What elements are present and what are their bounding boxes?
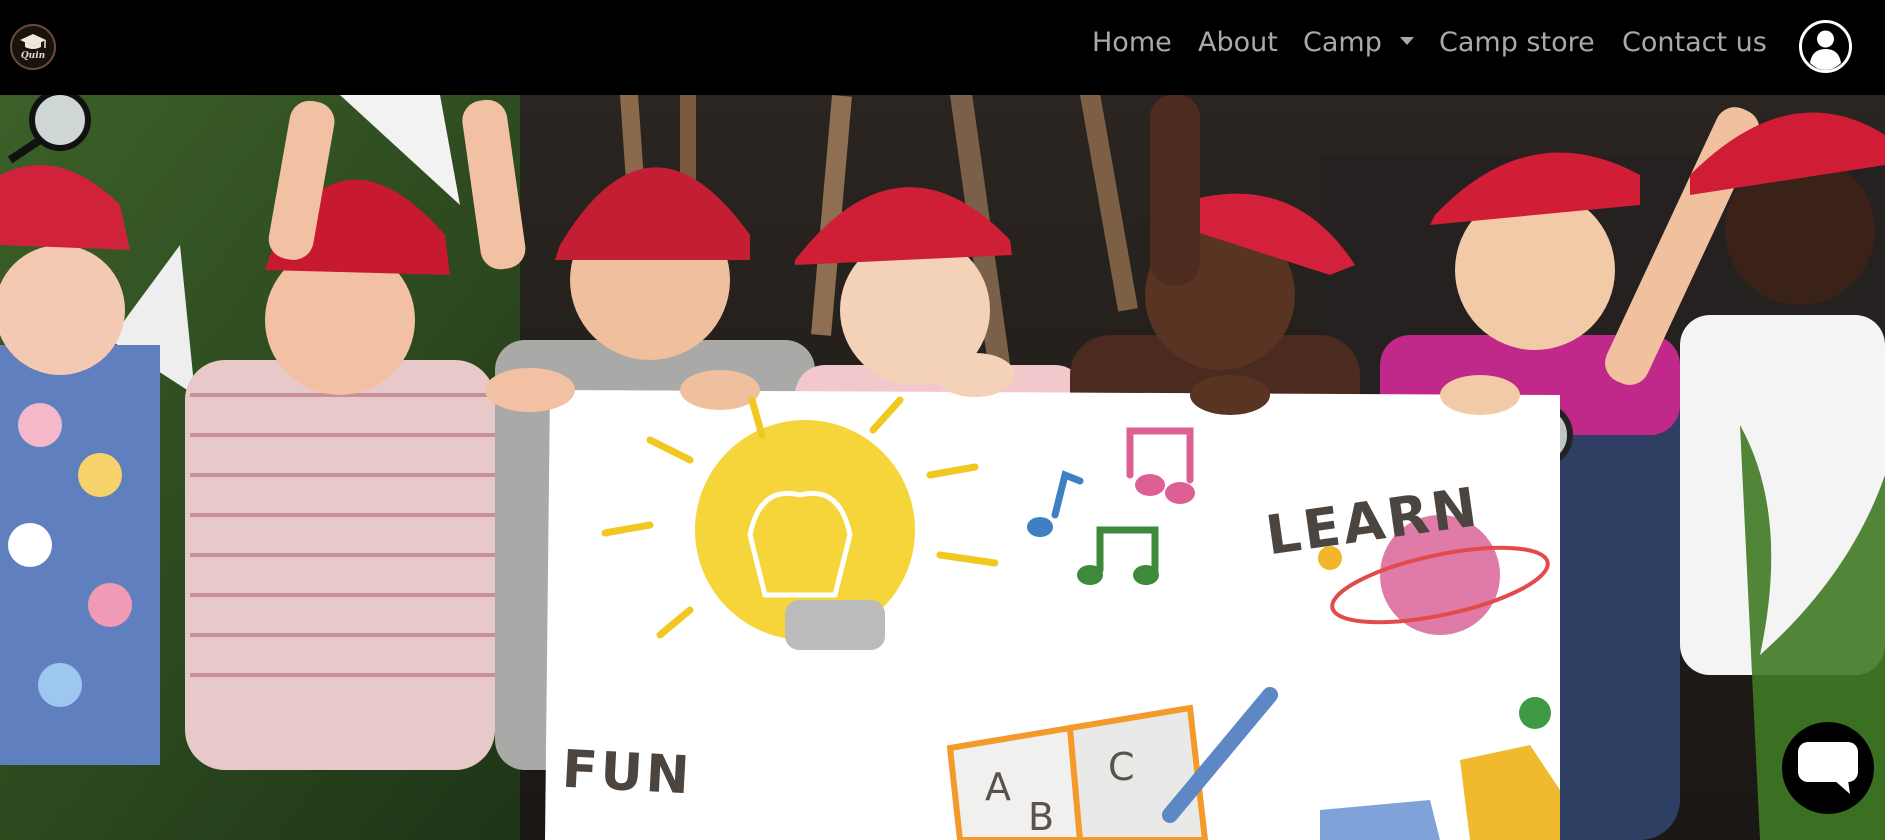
book-letter-a: A <box>985 765 1011 809</box>
user-circle-icon <box>1799 20 1852 73</box>
chat-bubble-icon <box>1798 742 1858 794</box>
nav-camp-dropdown[interactable]: Camp <box>1303 24 1382 62</box>
account-button[interactable] <box>1798 19 1853 74</box>
chat-button[interactable] <box>1782 722 1874 814</box>
nav-home[interactable]: Home <box>1092 24 1172 62</box>
navbar: Quin Home About Camp Camp store Contact … <box>0 0 1885 95</box>
book-letter-c: C <box>1108 745 1135 789</box>
chevron-down-icon <box>1400 37 1414 45</box>
nav-camp-store[interactable]: Camp store <box>1439 24 1595 62</box>
nav-about[interactable]: About <box>1198 24 1278 62</box>
nav-links: Home About Camp Camp store Contact us <box>0 0 1885 95</box>
book-letter-b: B <box>1028 795 1055 839</box>
sign-text-fun: FUN <box>560 739 694 807</box>
nav-contact-us[interactable]: Contact us <box>1622 24 1767 62</box>
hero-banner: LEARN FUN A B C <box>0 95 1885 840</box>
hero-photo <box>0 95 1885 840</box>
